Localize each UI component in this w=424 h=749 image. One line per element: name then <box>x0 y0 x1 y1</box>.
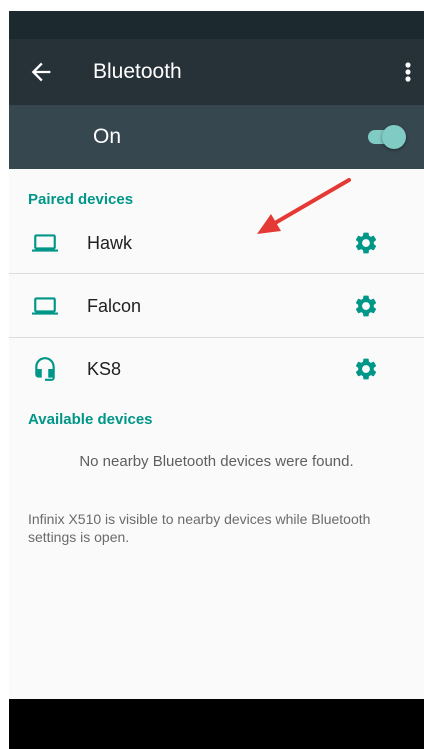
bluetooth-master-switch-bar[interactable]: On <box>9 105 424 169</box>
bluetooth-toggle[interactable] <box>366 124 406 150</box>
navigation-bar <box>9 699 424 749</box>
arrow-back-icon[interactable] <box>27 58 55 86</box>
device-name: Hawk <box>87 233 133 253</box>
no-devices-message: No nearby Bluetooth devices were found. <box>79 453 354 470</box>
gear-icon[interactable] <box>353 356 379 382</box>
device-name: KS8 <box>87 359 122 379</box>
device-row-falcon[interactable]: Falcon <box>9 275 424 337</box>
toggle-thumb <box>382 125 406 149</box>
device-row-hawk[interactable]: Hawk <box>9 212 424 274</box>
headset-icon <box>35 357 55 381</box>
divider <box>9 273 424 274</box>
device-row-ks8[interactable]: KS8 <box>9 338 424 400</box>
app-toolbar: Bluetooth <box>9 39 424 105</box>
master-switch-label: On <box>93 125 122 148</box>
more-vert-icon[interactable] <box>402 58 414 86</box>
gear-icon[interactable] <box>353 293 379 319</box>
visibility-note: Infinix X510 is visible to nearby device… <box>28 511 371 545</box>
annotation-arrow-icon <box>257 178 351 234</box>
paired-devices-header: Paired devices <box>28 191 134 208</box>
available-devices-header: Available devices <box>28 411 153 428</box>
laptop-icon <box>32 297 58 315</box>
page-title: Bluetooth <box>93 60 182 83</box>
device-name: Falcon <box>87 296 142 316</box>
phone-screen: Bluetooth On Paired devices Hawk Falcon <box>9 11 424 749</box>
status-bar <box>9 11 424 39</box>
laptop-icon <box>32 234 58 252</box>
